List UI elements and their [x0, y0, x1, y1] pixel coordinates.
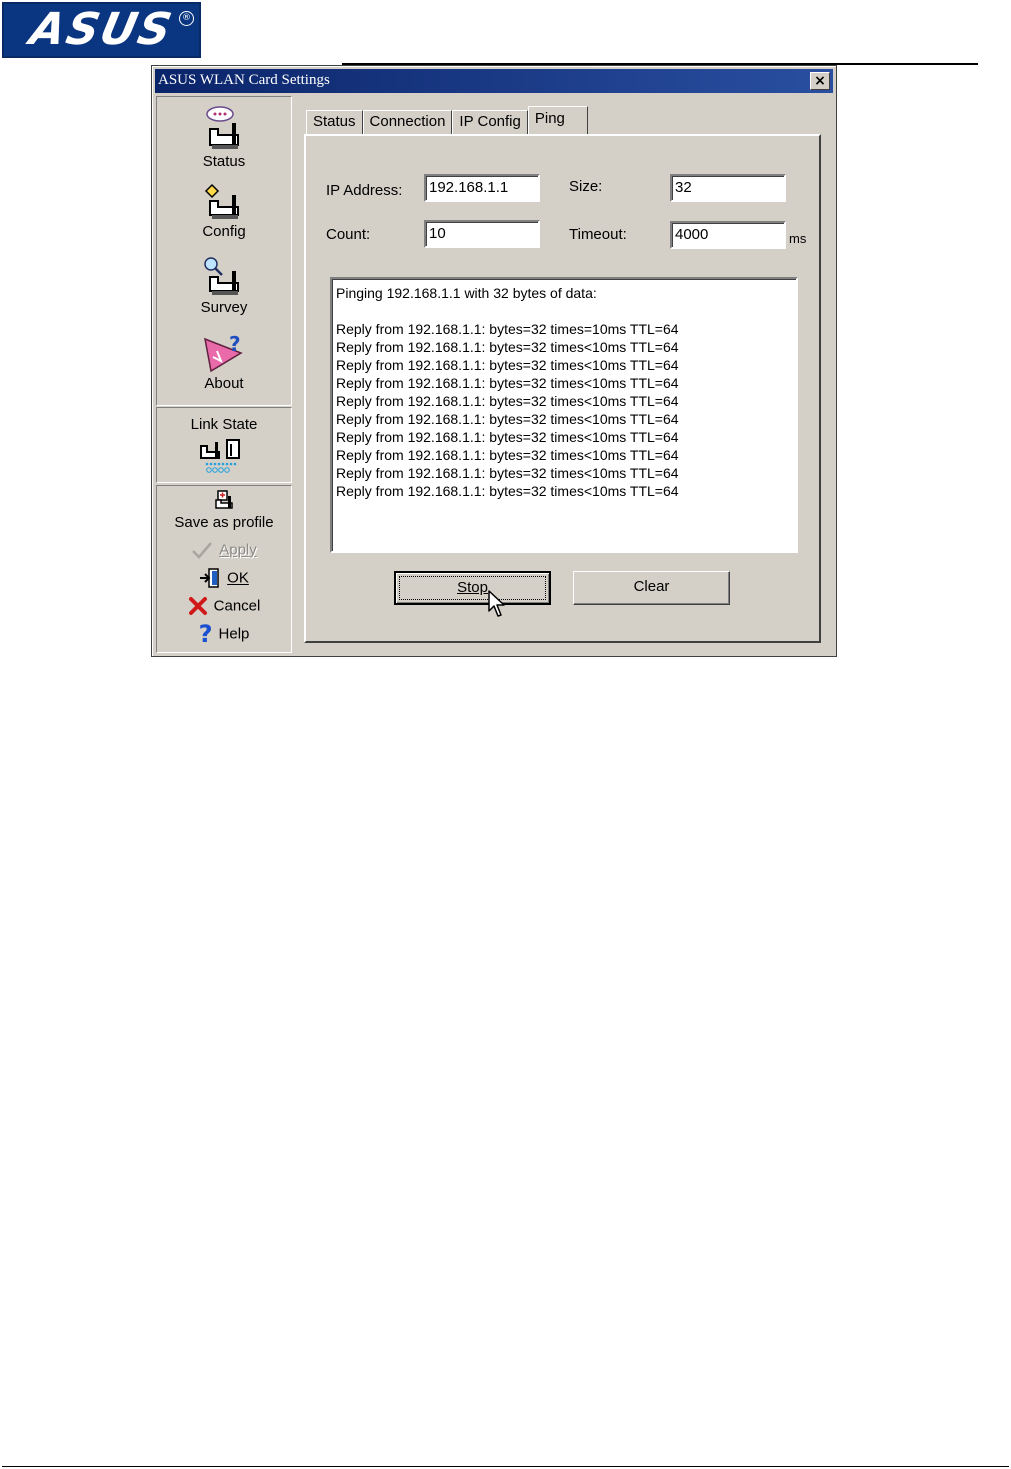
help-label: Help [218, 625, 250, 643]
ping-output[interactable]: Pinging 192.168.1.1 with 32 bytes of dat… [330, 277, 798, 553]
sidebar-item-label: Config [202, 223, 246, 240]
sidebar-item-label: About [204, 375, 244, 392]
sidebar-item-about[interactable]: ? About [157, 331, 291, 392]
tab-status[interactable]: Status [306, 110, 363, 134]
sidebar-item-label: Survey [200, 299, 248, 316]
registered-mark: ® [179, 11, 194, 26]
config-router-icon [204, 183, 239, 219]
output-line: Pinging 192.168.1.1 with 32 bytes of dat… [336, 285, 597, 301]
size-field[interactable]: 32 [670, 174, 786, 202]
stop-label: Stop [457, 579, 488, 596]
stop-button[interactable]: Stop [394, 571, 551, 605]
count-label: Count: [326, 226, 371, 243]
output-line: Reply from 192.168.1.1: bytes=32 times<1… [336, 447, 679, 463]
about-icon: ? [204, 332, 243, 373]
save-profile-button[interactable]: Save as profile [157, 490, 291, 531]
output-line: Reply from 192.168.1.1: bytes=32 times<1… [336, 339, 679, 355]
door-exit-icon [200, 568, 219, 588]
close-x-icon [188, 597, 207, 615]
output-line: Reply from 192.168.1.1: bytes=32 times<1… [336, 357, 679, 373]
size-label: Size: [569, 178, 603, 195]
cancel-button[interactable]: Cancel [157, 596, 291, 616]
sidebar-item-status[interactable]: Status [157, 105, 291, 170]
output-line: Reply from 192.168.1.1: bytes=32 times<1… [336, 375, 679, 391]
link-state-label: Link State [190, 416, 258, 433]
tab-strip: Status Connection IP Config Ping [306, 106, 588, 134]
help-button[interactable]: ? Help [157, 620, 291, 648]
apply-label: Apply [219, 541, 257, 559]
output-line: Reply from 192.168.1.1: bytes=32 times<1… [336, 465, 679, 481]
ok-button[interactable]: OK [157, 568, 291, 588]
content-area: Status Connection IP Config Ping IP Addr… [300, 96, 830, 653]
ping-panel: IP Address: 192.168.1.1 Size: 32 Count: … [304, 134, 821, 643]
ok-label: OK [227, 569, 249, 587]
sidebar-nav: Status Config Survey ? About [156, 96, 292, 406]
sidebar-item-survey[interactable]: Survey [157, 257, 291, 316]
ip-address-label: IP Address: [326, 182, 403, 199]
link-state-panel: Link State [156, 407, 292, 483]
footer-rule [2, 1466, 1009, 1467]
asus-logo: ASUS ® [2, 2, 201, 58]
timeout-field[interactable]: 4000 [670, 221, 786, 249]
logo-text: ASUS [25, 4, 178, 55]
output-line: Reply from 192.168.1.1: bytes=32 times<1… [336, 483, 679, 499]
save-profile-label: Save as profile [174, 514, 274, 531]
sidebar-item-label: Status [202, 153, 246, 170]
close-button[interactable]: × [810, 72, 830, 90]
apply-button[interactable]: Apply [157, 541, 291, 559]
output-line: Reply from 192.168.1.1: bytes=32 times<1… [336, 429, 679, 445]
title-bar[interactable]: ASUS WLAN Card Settings × [155, 69, 833, 93]
tab-ip-config[interactable]: IP Config [452, 110, 528, 134]
clear-button[interactable]: Clear [573, 571, 730, 605]
tab-ping[interactable]: Ping [527, 106, 588, 134]
status-router-icon [206, 106, 239, 149]
save-profile-icon [215, 490, 233, 509]
tab-connection[interactable]: Connection [362, 110, 453, 134]
output-line: Reply from 192.168.1.1: bytes=32 times=1… [336, 321, 679, 337]
link-state-icon [200, 439, 240, 473]
svg-text:?: ? [229, 332, 241, 356]
checkmark-icon [192, 542, 213, 559]
window-title: ASUS WLAN Card Settings [158, 72, 330, 88]
output-line: Reply from 192.168.1.1: bytes=32 times<1… [336, 411, 679, 427]
settings-window: ASUS WLAN Card Settings × Status Config [151, 65, 837, 657]
count-field[interactable]: 10 [424, 220, 540, 248]
question-mark-icon: ? [198, 620, 213, 648]
cancel-label: Cancel [213, 597, 261, 615]
actions-panel: Save as profile Apply OK Cancel ? Help [156, 485, 292, 653]
timeout-units: ms [789, 231, 807, 246]
timeout-label: Timeout: [569, 226, 627, 243]
survey-router-icon [204, 257, 239, 295]
ip-address-field[interactable]: 192.168.1.1 [424, 174, 540, 202]
output-line: Reply from 192.168.1.1: bytes=32 times<1… [336, 393, 679, 409]
clear-label: Clear [633, 578, 670, 595]
sidebar-item-config[interactable]: Config [157, 183, 291, 240]
